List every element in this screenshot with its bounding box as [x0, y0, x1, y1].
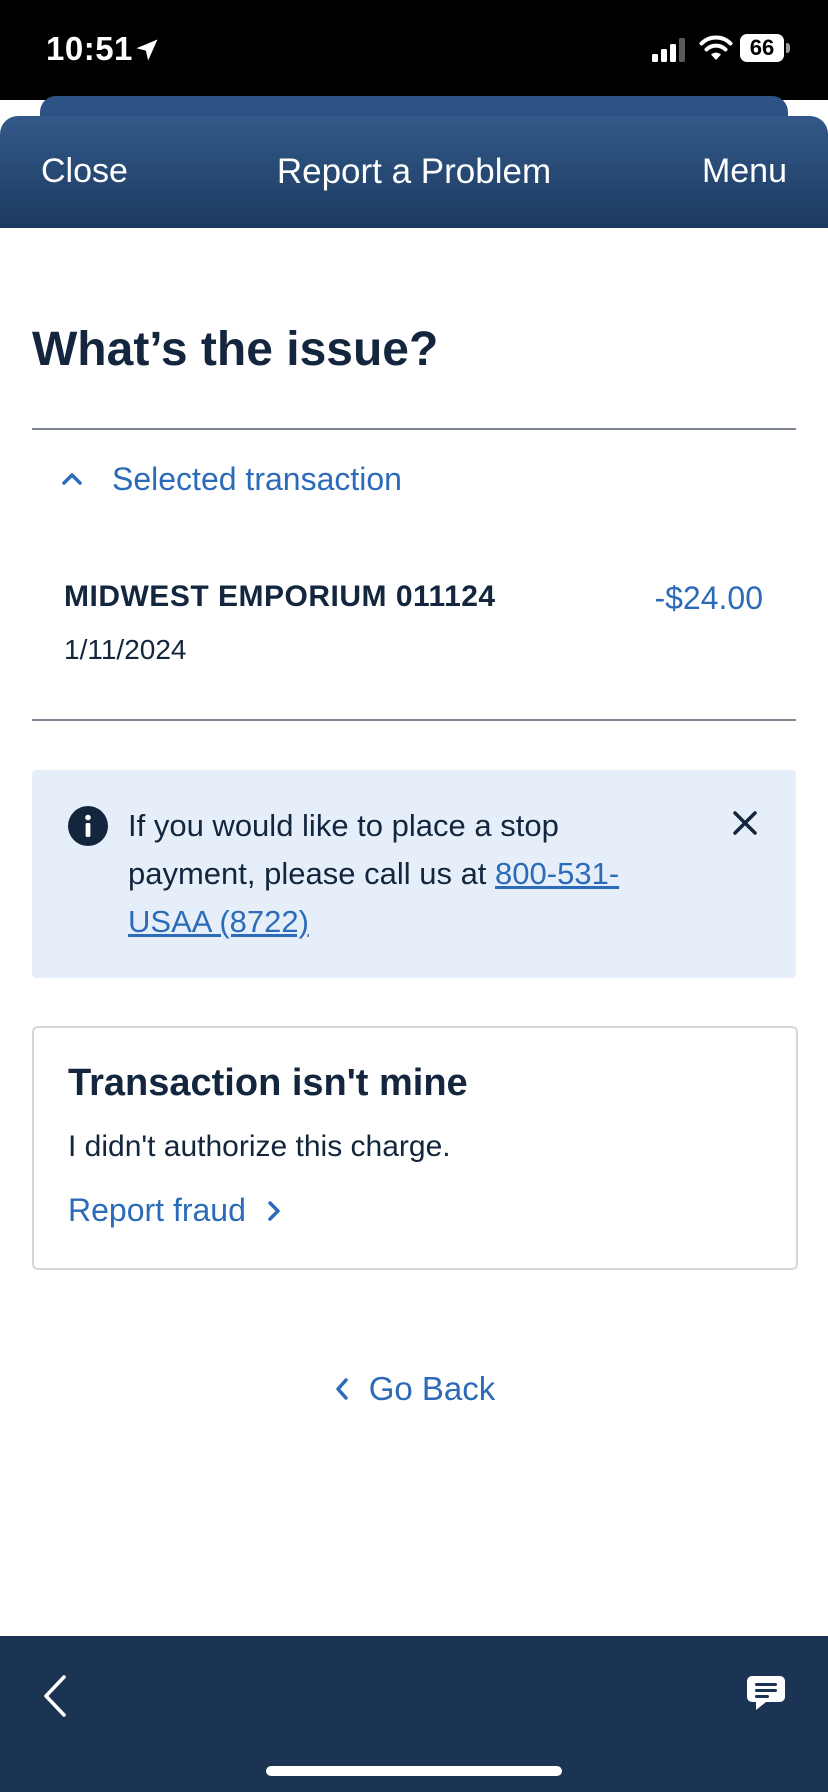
report-fraud-label: Report fraud — [68, 1192, 246, 1228]
chevron-up-icon — [62, 473, 82, 485]
stop-payment-alert: If you would like to place a stop paymen… — [32, 770, 796, 978]
battery-level: 66 — [740, 34, 784, 62]
cellular-signal-icon — [652, 38, 685, 62]
page-title: What’s the issue? — [32, 323, 439, 376]
bottom-toolbar — [0, 1636, 828, 1792]
transaction-amount: -$24.00 — [654, 580, 763, 616]
card-title: Transaction isn't mine — [68, 1062, 468, 1104]
close-icon[interactable] — [730, 808, 760, 838]
selected-transaction-toggle[interactable]: Selected transaction — [60, 456, 402, 502]
location-arrow-icon — [136, 39, 158, 61]
transaction-merchant: MIDWEST EMPORIUM 011124 — [64, 580, 496, 613]
info-icon — [68, 806, 108, 846]
report-fraud-link[interactable]: Report fraud — [68, 1192, 284, 1229]
transaction-not-mine-card: Transaction isn't mine I didn't authoriz… — [32, 1026, 798, 1270]
status-time: 10:51 — [46, 30, 133, 67]
transaction-date: 1/11/2024 — [64, 634, 187, 665]
go-back-button[interactable]: Go Back — [0, 1370, 828, 1408]
home-indicator — [266, 1766, 562, 1776]
wifi-icon — [699, 35, 733, 60]
divider — [32, 428, 796, 430]
card-description: I didn't authorize this charge. — [68, 1130, 451, 1163]
divider — [32, 719, 796, 721]
go-back-label: Go Back — [368, 1370, 496, 1407]
battery-icon: 66 — [740, 34, 790, 62]
chevron-left-icon — [335, 1378, 348, 1400]
back-arrow-icon[interactable] — [42, 1674, 68, 1718]
navigation-bar: Close Report a Problem Menu — [0, 116, 828, 228]
menu-button[interactable]: Menu — [702, 152, 787, 191]
chevron-right-icon — [268, 1200, 280, 1221]
alert-message: If you would like to place a stop paymen… — [128, 802, 688, 946]
chat-icon[interactable] — [746, 1674, 786, 1712]
status-bar: 10:51 66 — [0, 0, 828, 100]
selected-transaction-label: Selected transaction — [112, 460, 402, 497]
